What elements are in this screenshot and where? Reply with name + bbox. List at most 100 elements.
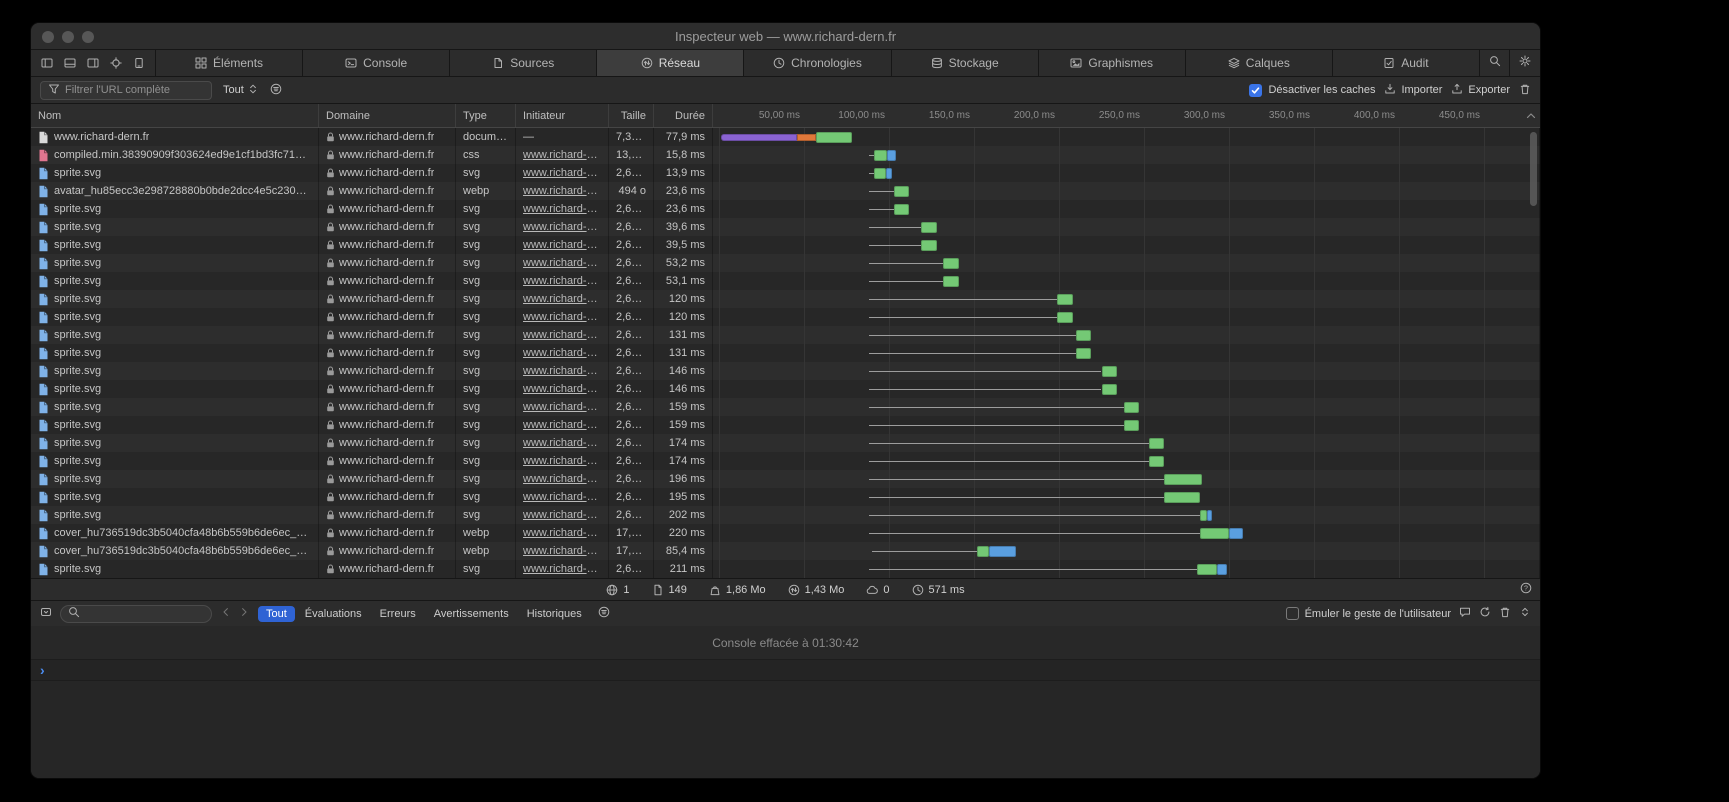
console-search-input[interactable]	[84, 608, 194, 620]
device-mode-icon[interactable]	[133, 57, 145, 69]
disable-caches-control[interactable]: Désactiver les caches	[1249, 84, 1375, 97]
dock-left-icon[interactable]	[41, 57, 53, 69]
zoom-window-button[interactable]	[82, 31, 94, 43]
console-filter-options-button[interactable]	[598, 606, 610, 621]
tab-audit[interactable]: Audit	[1333, 50, 1480, 76]
table-row[interactable]: sprite.svgwww.richard-dern.frsvgwww.rich…	[31, 272, 1540, 290]
url-filter-field[interactable]	[40, 81, 212, 100]
tab-stockage[interactable]: Stockage	[892, 50, 1039, 76]
initiator-link[interactable]: www.richard-d…	[523, 257, 601, 269]
table-row[interactable]: sprite.svgwww.richard-dern.frsvgwww.rich…	[31, 200, 1540, 218]
table-row[interactable]: sprite.svgwww.richard-dern.frsvgwww.rich…	[31, 452, 1540, 470]
search-button[interactable]	[1480, 50, 1510, 76]
emulate-gesture-control[interactable]: Émuler le geste de l'utilisateur	[1286, 607, 1451, 620]
scroll-up-stepper-icon[interactable]	[1526, 111, 1536, 123]
initiator-link[interactable]: www.richard-d…	[523, 437, 601, 449]
title-bar[interactable]: Inspecteur web — www.richard-dern.fr	[31, 23, 1540, 50]
url-filter-input[interactable]	[65, 84, 195, 96]
export-button[interactable]: Exporter	[1451, 83, 1510, 98]
initiator-link[interactable]: www.richard-d…	[523, 275, 601, 287]
initiator-link[interactable]: www.richard-d…	[523, 509, 601, 521]
table-row[interactable]: cover_hu736519dc3b5040cfa48b6b559b6de6ec…	[31, 524, 1540, 542]
vertical-scrollbar[interactable]	[1530, 132, 1537, 206]
tab-console[interactable]: Console	[303, 50, 450, 76]
table-row[interactable]: compiled.min.38390909f303624ed9e1cf1bd3f…	[31, 146, 1540, 164]
previous-result-button[interactable]	[220, 606, 232, 621]
initiator-link[interactable]: www.richard-d…	[523, 203, 601, 215]
initiator-link[interactable]: www.richard-d…	[523, 365, 601, 377]
table-row[interactable]: cover_hu736519dc3b5040cfa48b6b559b6de6ec…	[31, 542, 1540, 560]
minimize-window-button[interactable]	[62, 31, 74, 43]
initiator-link[interactable]: www.richard-d…	[523, 401, 601, 413]
initiator-link[interactable]: www.richard-d…	[523, 149, 601, 161]
console-scope-tout[interactable]: Tout	[258, 606, 295, 622]
initiator-link[interactable]: www.richard-d…	[523, 419, 601, 431]
dock-bottom-icon[interactable]	[64, 57, 76, 69]
clear-console-button[interactable]	[1479, 606, 1491, 621]
column-header-duree[interactable]: Durée	[654, 104, 713, 127]
table-row[interactable]: sprite.svgwww.richard-dern.frsvgwww.rich…	[31, 380, 1540, 398]
console-messages-button[interactable]	[1459, 606, 1471, 621]
table-row[interactable]: sprite.svgwww.richard-dern.frsvgwww.rich…	[31, 254, 1540, 272]
console-scope-historiques[interactable]: Historiques	[519, 606, 590, 622]
table-row[interactable]: sprite.svgwww.richard-dern.frsvgwww.rich…	[31, 362, 1540, 380]
table-row[interactable]: sprite.svgwww.richard-dern.frsvgwww.rich…	[31, 290, 1540, 308]
settings-button[interactable]	[1510, 50, 1540, 76]
next-result-button[interactable]	[238, 606, 250, 621]
column-header-domaine[interactable]: Domaine	[319, 104, 456, 127]
filter-options-button[interactable]	[270, 83, 282, 98]
tab-chronologies[interactable]: Chronologies	[744, 50, 891, 76]
table-row[interactable]: sprite.svgwww.richard-dern.frsvgwww.rich…	[31, 416, 1540, 434]
table-row[interactable]: sprite.svgwww.richard-dern.frsvgwww.rich…	[31, 470, 1540, 488]
console-search-field[interactable]	[60, 605, 212, 623]
console-scope-picker-button[interactable]	[40, 606, 52, 621]
import-button[interactable]: Importer	[1384, 83, 1442, 98]
tab-elements[interactable]: Éléments	[156, 50, 303, 76]
close-window-button[interactable]	[42, 31, 54, 43]
initiator-link[interactable]: www.richard-d…	[523, 311, 601, 323]
initiator-link[interactable]: www.richard-d…	[523, 167, 601, 179]
initiator-link[interactable]: www.richard-d…	[523, 329, 601, 341]
table-row[interactable]: sprite.svgwww.richard-dern.frsvgwww.rich…	[31, 560, 1540, 578]
initiator-link[interactable]: www.richard-d…	[523, 473, 601, 485]
initiator-link[interactable]: www.richard-d…	[523, 563, 601, 575]
table-row[interactable]: sprite.svgwww.richard-dern.frsvgwww.rich…	[31, 164, 1540, 182]
console-prompt-row[interactable]: ›	[31, 660, 1540, 681]
table-row[interactable]: sprite.svgwww.richard-dern.frsvgwww.rich…	[31, 236, 1540, 254]
help-button[interactable]: ?	[1520, 582, 1532, 597]
table-row[interactable]: sprite.svgwww.richard-dern.frsvgwww.rich…	[31, 434, 1540, 452]
column-header-type[interactable]: Type	[456, 104, 516, 127]
element-picker-icon[interactable]	[110, 57, 122, 69]
initiator-link[interactable]: www.richard-d…	[523, 221, 601, 233]
table-row[interactable]: sprite.svgwww.richard-dern.frsvgwww.rich…	[31, 326, 1540, 344]
resource-type-dropdown[interactable]: Tout	[221, 83, 261, 98]
console-scope-avertissements[interactable]: Avertissements	[426, 606, 517, 622]
table-row[interactable]: sprite.svgwww.richard-dern.frsvgwww.rich…	[31, 488, 1540, 506]
table-row[interactable]: sprite.svgwww.richard-dern.frsvgwww.rich…	[31, 344, 1540, 362]
table-row[interactable]: www.richard-dern.frwww.richard-dern.frdo…	[31, 128, 1540, 146]
initiator-link[interactable]: www.richard-d…	[523, 527, 601, 539]
tab-calques[interactable]: Calques	[1186, 50, 1333, 76]
table-row[interactable]: sprite.svgwww.richard-dern.frsvgwww.rich…	[31, 308, 1540, 326]
tab-sources[interactable]: Sources	[450, 50, 597, 76]
tab-reseau[interactable]: Réseau	[597, 50, 744, 76]
initiator-link[interactable]: www.richard-d…	[523, 491, 601, 503]
console-trash-button[interactable]	[1499, 606, 1511, 621]
disable-caches-checkbox[interactable]	[1249, 84, 1262, 97]
initiator-link[interactable]: www.richard-d…	[523, 545, 601, 557]
table-row[interactable]: sprite.svgwww.richard-dern.frsvgwww.rich…	[31, 398, 1540, 416]
column-header-taille[interactable]: Taille	[609, 104, 654, 127]
column-header-initiateur[interactable]: Initiateur	[516, 104, 609, 127]
column-header-nom[interactable]: Nom	[31, 104, 319, 127]
tab-graphismes[interactable]: Graphismes	[1039, 50, 1186, 76]
initiator-link[interactable]: www.richard-d…	[523, 239, 601, 251]
table-row[interactable]: avatar_hu85ecc3e298728880b0bde2dcc4e5c23…	[31, 182, 1540, 200]
emulate-gesture-checkbox[interactable]	[1286, 607, 1299, 620]
initiator-link[interactable]: www.richard-d…	[523, 185, 601, 197]
table-row[interactable]: sprite.svgwww.richard-dern.frsvgwww.rich…	[31, 506, 1540, 524]
initiator-link[interactable]: www.richard-d…	[523, 383, 601, 395]
clear-network-button[interactable]	[1519, 83, 1531, 98]
console-scope-erreurs[interactable]: Erreurs	[372, 606, 424, 622]
table-row[interactable]: sprite.svgwww.richard-dern.frsvgwww.rich…	[31, 218, 1540, 236]
initiator-link[interactable]: www.richard-d…	[523, 455, 601, 467]
